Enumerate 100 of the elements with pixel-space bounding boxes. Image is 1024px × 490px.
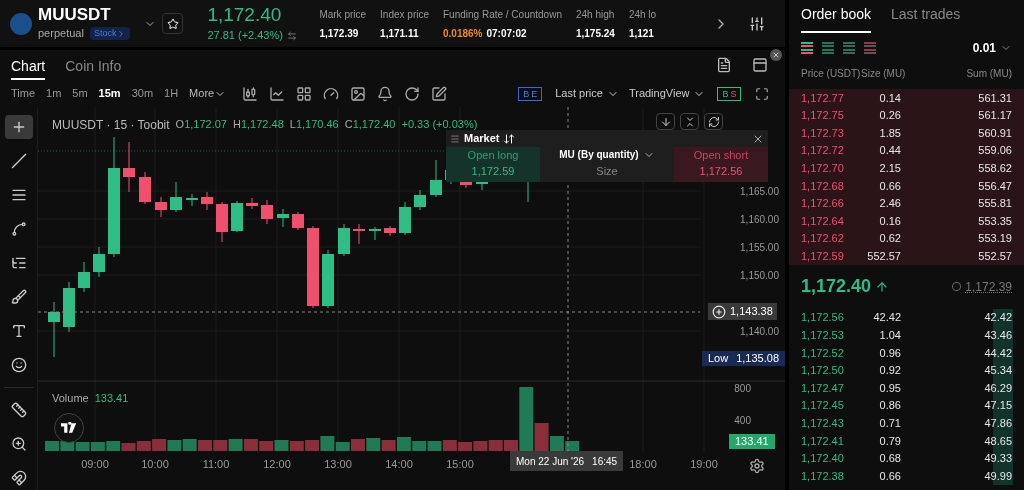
column-header: Price (USDT)	[801, 66, 861, 81]
order-sum: 555.81	[977, 196, 1012, 212]
axis-label: 15:00	[446, 458, 474, 470]
volume-bar	[60, 441, 75, 451]
fullscreen-icon[interactable]	[755, 86, 770, 101]
more-dropdown[interactable]: More	[189, 85, 227, 102]
order-price: 1,172.38	[801, 468, 845, 484]
indicator-icon[interactable]	[323, 85, 340, 102]
grid-icon[interactable]	[296, 85, 313, 102]
order-price: 1,172.62	[801, 231, 845, 247]
down-arrow-icon	[659, 115, 672, 128]
volume-bar	[228, 439, 243, 451]
order-size: 0.16	[878, 213, 901, 229]
order-size: 1.85	[878, 125, 901, 141]
order-price: 1,172.47	[801, 380, 845, 396]
chart-tab[interactable]: Coin Info	[65, 50, 122, 80]
order-book-tab[interactable]: Last trades	[891, 4, 961, 33]
candle	[261, 199, 273, 225]
picture-icon[interactable]	[350, 85, 367, 102]
document-icon[interactable]	[716, 57, 732, 73]
volume-bar	[182, 439, 197, 451]
stock-badge[interactable]: Stock	[89, 26, 131, 41]
pattern-tool-icon	[10, 221, 27, 237]
interval-tab[interactable]: 15m	[98, 85, 121, 102]
fib-tool-icon	[10, 255, 27, 271]
close-button[interactable]	[770, 49, 782, 61]
favorite-button[interactable]	[162, 13, 184, 34]
precision-dropdown[interactable]: 0.01	[972, 39, 1012, 57]
candle	[231, 200, 243, 233]
interval-tab[interactable]: 30m	[131, 85, 154, 102]
book-layout-button[interactable]	[843, 42, 855, 54]
order-price: 1,172.45	[801, 398, 845, 414]
open-short-button[interactable]: Open short 1,172.56	[674, 147, 768, 182]
order-sum: 558.62	[977, 160, 1012, 176]
order-price: 1,172.52	[801, 345, 845, 361]
alert-icon[interactable]	[377, 85, 394, 102]
candle	[322, 249, 334, 309]
candle	[369, 226, 381, 241]
interval-tab[interactable]: 5m	[72, 85, 88, 102]
coin-logo-icon	[10, 12, 32, 35]
volume-bar	[45, 441, 59, 451]
order-size: 0.79	[878, 433, 901, 449]
order-price: 1,172.70	[801, 160, 845, 176]
be-toggle[interactable]: B E	[518, 86, 543, 101]
brush-icon	[10, 289, 27, 305]
candle	[78, 261, 90, 293]
sort-icon[interactable]	[503, 132, 516, 145]
ohlc-value: C1,172.40	[344, 117, 396, 132]
volume-bar	[488, 440, 503, 451]
candle	[155, 196, 167, 218]
order-size: 0.44	[878, 143, 901, 159]
swap-icon[interactable]	[286, 30, 297, 41]
order-sum: 43.46	[983, 328, 1012, 344]
layout-icon[interactable]	[752, 57, 768, 73]
candles-icon[interactable]	[242, 85, 259, 102]
order-price: 1,172.66	[801, 196, 845, 212]
order-sum: 552.57	[977, 248, 1012, 264]
redo-icon[interactable]	[404, 85, 421, 102]
axis-label: 14:00	[385, 458, 413, 470]
book-layout-button[interactable]	[822, 42, 834, 54]
order-sum: 561.31	[977, 90, 1012, 106]
candle	[277, 208, 289, 228]
symbol-title: MUUSDT	[38, 5, 112, 26]
unit-dropdown[interactable]: MU (By quantity)	[559, 147, 655, 163]
candle	[186, 193, 198, 207]
volume-label: Volume	[52, 391, 89, 406]
order-price: 1,172.40	[801, 451, 845, 467]
add-icon[interactable]	[712, 304, 726, 319]
panel-title: Market	[464, 131, 500, 147]
settings-icon[interactable]	[749, 458, 765, 474]
candle	[353, 223, 365, 245]
order-size: 42.42	[872, 310, 901, 326]
buy-sell-toggle[interactable]: B S	[717, 86, 742, 101]
interval-tab[interactable]: 1m	[46, 85, 62, 102]
drag-handle-icon	[450, 133, 460, 144]
order-size: 0.86	[878, 398, 901, 414]
line-chart-icon[interactable]	[269, 85, 286, 102]
order-price: 1,172.73	[801, 125, 845, 141]
axis-label: 1,160.00	[740, 214, 779, 225]
view-dropdown[interactable]: TradingView	[628, 85, 706, 102]
interval-tab[interactable]: 1H	[164, 85, 179, 102]
chart-tab[interactable]: Chart	[11, 50, 46, 80]
refresh-icon	[707, 115, 720, 128]
order-size: 0.95	[878, 380, 901, 396]
stat-label: Mark price	[319, 7, 367, 22]
price-source-dropdown[interactable]: Last price	[555, 85, 619, 102]
order-book-tab[interactable]: Order book	[801, 4, 872, 33]
interval-tab[interactable]: Time	[11, 85, 36, 102]
drawing-tool[interactable]	[4, 115, 33, 139]
order-price: 1,172.53	[801, 328, 845, 344]
size-label: Size	[596, 164, 618, 179]
volume-bar	[381, 440, 396, 451]
book-layout-button[interactable]	[801, 42, 813, 54]
logo-icon	[54, 413, 84, 443]
edit-icon[interactable]	[431, 85, 448, 102]
candle	[399, 201, 411, 236]
settings-icon[interactable]	[749, 15, 766, 32]
order-sum: 553.19	[977, 231, 1012, 247]
open-long-button[interactable]: Open long 1,172.59	[446, 147, 540, 182]
order-sum: 560.91	[977, 125, 1012, 141]
